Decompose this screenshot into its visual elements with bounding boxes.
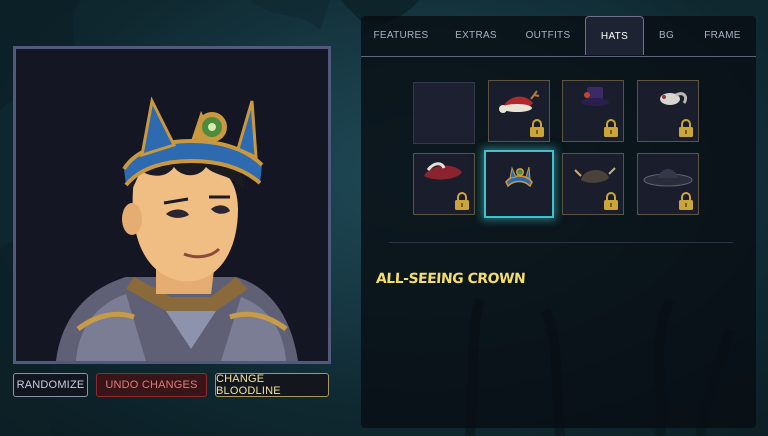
lock-icon (604, 192, 618, 210)
hat-slot-empty[interactable] (413, 82, 475, 144)
tab-hats[interactable]: HATS (585, 16, 644, 55)
hat-slot-santa-antler[interactable] (488, 80, 550, 142)
lock-icon (530, 119, 544, 137)
lock-icon (679, 119, 693, 137)
all-seeing-crown-icon (505, 166, 533, 188)
hat-slot-wide-brim[interactable] (637, 153, 699, 215)
selected-item-name: All-Seeing Crown (375, 271, 526, 287)
change-bloodline-button[interactable]: CHANGE BLOODLINE (215, 373, 329, 397)
customization-panel: FEATURES EXTRAS OUTFITS HATS BG FRAME AL… (361, 16, 756, 428)
category-tabs: FEATURES EXTRAS OUTFITS HATS BG FRAME (361, 16, 756, 57)
character-avatar (56, 96, 298, 361)
tab-frame[interactable]: FRAME (689, 16, 756, 55)
lock-icon (679, 192, 693, 210)
hat-slot-purple-top-hat[interactable] (562, 80, 624, 142)
randomize-button[interactable]: RANDOMIZE (13, 373, 88, 397)
character-portrait (13, 46, 331, 364)
hat-slot-feather-cap[interactable] (637, 80, 699, 142)
hat-slot-horned-helmet[interactable] (562, 153, 624, 215)
undo-changes-button[interactable]: UNDO CHANGES (96, 373, 207, 397)
tab-outfits[interactable]: OUTFITS (511, 16, 585, 55)
lock-icon (604, 119, 618, 137)
hat-slot-red-feather[interactable] (413, 153, 475, 215)
hat-slot-all-seeing-crown[interactable] (484, 150, 554, 218)
tab-bg[interactable]: BG (644, 16, 689, 55)
tab-extras[interactable]: EXTRAS (441, 16, 511, 55)
divider (389, 242, 733, 243)
tab-features[interactable]: FEATURES (361, 16, 441, 55)
lock-icon (455, 192, 469, 210)
